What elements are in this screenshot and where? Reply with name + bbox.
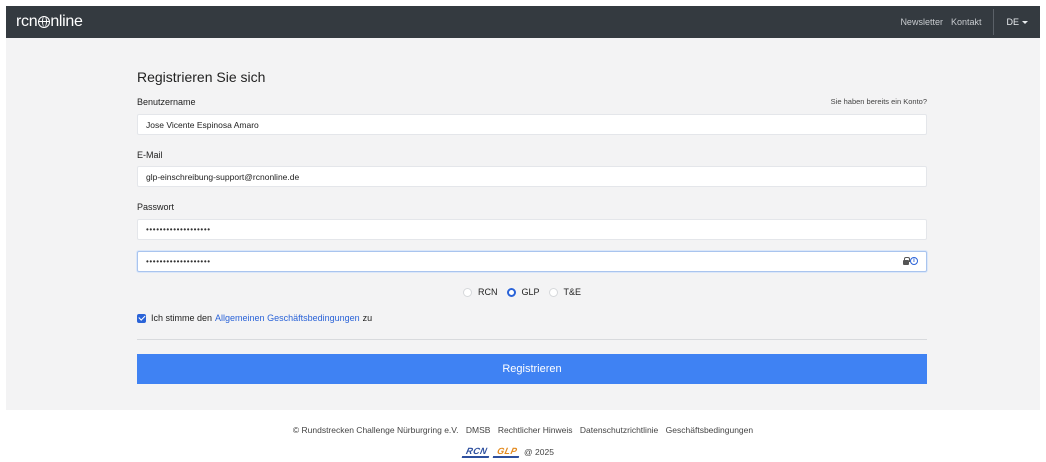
email-label: E-Mail [137,150,163,160]
brand-logo[interactable]: rcn nline [16,13,83,31]
footer-link-terms[interactable]: Geschäftsbedingungen [666,425,753,435]
page-title: Registrieren Sie sich [137,69,266,85]
terms-row: Ich stimme den Allgemeinen Geschäftsbedi… [137,313,372,323]
terms-link[interactable]: Allgemeinen Geschäftsbedingungen [215,313,360,323]
footer-link-dmsb[interactable]: DMSB [466,425,491,435]
password-input[interactable]: ••••••••••••••••••• [137,219,927,240]
radio-button[interactable] [463,287,472,297]
nav-right: Newsletter Kontakt DE [892,6,1040,38]
radio-option-rcn[interactable]: RCN [463,287,498,297]
email-input[interactable]: glp-einschreibung-support@rcnonline.de [137,166,927,187]
password-confirm-mask: ••••••••••••••••••• [146,257,211,266]
password-mask: ••••••••••••••••••• [146,225,211,234]
terms-text-post: zu [362,313,373,323]
username-input[interactable]: Jose Vicente Espinosa Amaro [137,114,927,135]
password-label: Passwort [137,202,175,212]
radio-label-glp: GLP [521,287,540,297]
language-dropdown[interactable]: DE [1006,17,1028,27]
language-label: DE [1006,17,1019,27]
password-confirm-input[interactable]: ••••••••••••••••••• i [137,251,927,272]
email-value: glp-einschreibung-support@rcnonline.de [146,171,300,182]
nav-divider [993,9,995,35]
footer-logos: RCN GLP @ 2025 [461,446,554,458]
lock-icon [903,257,910,265]
chevron-down-icon [1022,20,1028,24]
rcn-logo: RCN [461,446,492,458]
radio-button-selected[interactable] [506,287,516,297]
radio-label-te: T&E [563,287,582,297]
series-radio-group: RCN GLP T&E [463,287,590,297]
radio-option-glp[interactable]: GLP [506,287,540,297]
footer-link-legal[interactable]: Rechtlicher Hinweis [498,425,573,435]
footer-link-privacy[interactable]: Datenschutzrichtlinie [580,425,658,435]
footer-year: @ 2025 [524,447,554,457]
nav-link-newsletter[interactable]: Newsletter [900,17,943,27]
terms-checkbox[interactable] [137,313,146,323]
top-navbar: rcn nline Newsletter Kontakt DE [6,6,1040,38]
login-link[interactable]: Sie haben bereits ein Konto? [831,97,927,106]
globe-icon [37,16,50,28]
form-divider [137,339,927,340]
register-button[interactable]: Registrieren [137,354,927,384]
footer-links: © Rundstrecken Challenge Nürburgring e.V… [0,425,1046,435]
radio-option-te[interactable]: T&E [548,287,582,297]
info-icon: i [910,257,918,265]
radio-label-rcn: RCN [478,287,498,297]
password-manager-icon[interactable]: i [903,257,918,265]
username-label: Benutzername [137,97,196,107]
radio-button[interactable] [548,287,558,297]
glp-logo: GLP [492,446,522,458]
nav-link-kontakt[interactable]: Kontakt [951,17,982,27]
terms-text-pre: Ich stimme den [151,313,213,323]
username-value: Jose Vicente Espinosa Amaro [146,119,259,130]
footer-copyright: © Rundstrecken Challenge Nürburgring e.V… [292,425,459,435]
